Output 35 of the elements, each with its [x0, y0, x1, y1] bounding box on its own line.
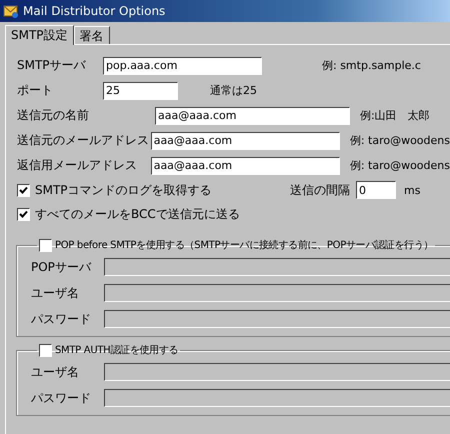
checkbox-label: SMTP AUTH認証を使用する — [55, 344, 178, 357]
checkbox[interactable] — [39, 238, 52, 252]
field-label: 送信元の名前 — [17, 107, 90, 124]
field-label: POPサーバ — [31, 258, 92, 276]
input-field[interactable]: pop.aaa.com — [103, 56, 262, 74]
field-label: 返信用メールアドレス — [17, 157, 138, 174]
input-field[interactable]: 25 — [103, 82, 178, 100]
checkbox[interactable] — [17, 184, 30, 196]
hint-text: 通常は25 — [210, 83, 257, 98]
hint-text: 例: taro@woodens — [350, 158, 450, 173]
hint-text: 例:山田 太郎 — [360, 108, 430, 123]
interval-label: 送信の間隔 — [290, 182, 350, 198]
hint-text: 例: taro@woodens — [350, 133, 450, 148]
input-field[interactable]: aaa@aaa.com — [150, 132, 340, 150]
checkbox[interactable] — [17, 208, 30, 220]
field-label: ユーザ名 — [31, 364, 80, 380]
checkbox-label: すべてのメールをBCCで送信元に送る — [35, 206, 240, 222]
field-label: SMTPサーバ — [17, 57, 87, 74]
checkbox-label: SMTPコマンドのログを取得する — [35, 182, 212, 198]
checkbox-label: POP before SMTPを使用する（SMTPサーバに接続する前に、POPサーバ認証を行う） — [55, 238, 434, 252]
input-field[interactable]: aaa@aaa.com — [150, 156, 340, 174]
interval-field[interactable]: 0 — [356, 181, 396, 199]
field-label: パスワード — [31, 310, 92, 328]
tab[interactable]: 署名 — [74, 26, 110, 44]
tab[interactable]: SMTP設定 — [5, 25, 74, 45]
field-label: パスワード — [31, 390, 92, 406]
checkbox[interactable] — [39, 344, 52, 356]
envelope-icon — [3, 3, 19, 19]
field-label: ユーザ名 — [31, 284, 80, 302]
field-label: 送信元のメールアドレス — [17, 132, 150, 149]
window-title: Mail Distributor Options — [23, 4, 166, 18]
unit-text: ms — [404, 184, 420, 196]
input-field[interactable]: aaa@aaa.com — [155, 106, 350, 124]
hint-text: 例: smtp.sample.c — [322, 58, 421, 73]
field-label: ポート — [17, 82, 54, 99]
